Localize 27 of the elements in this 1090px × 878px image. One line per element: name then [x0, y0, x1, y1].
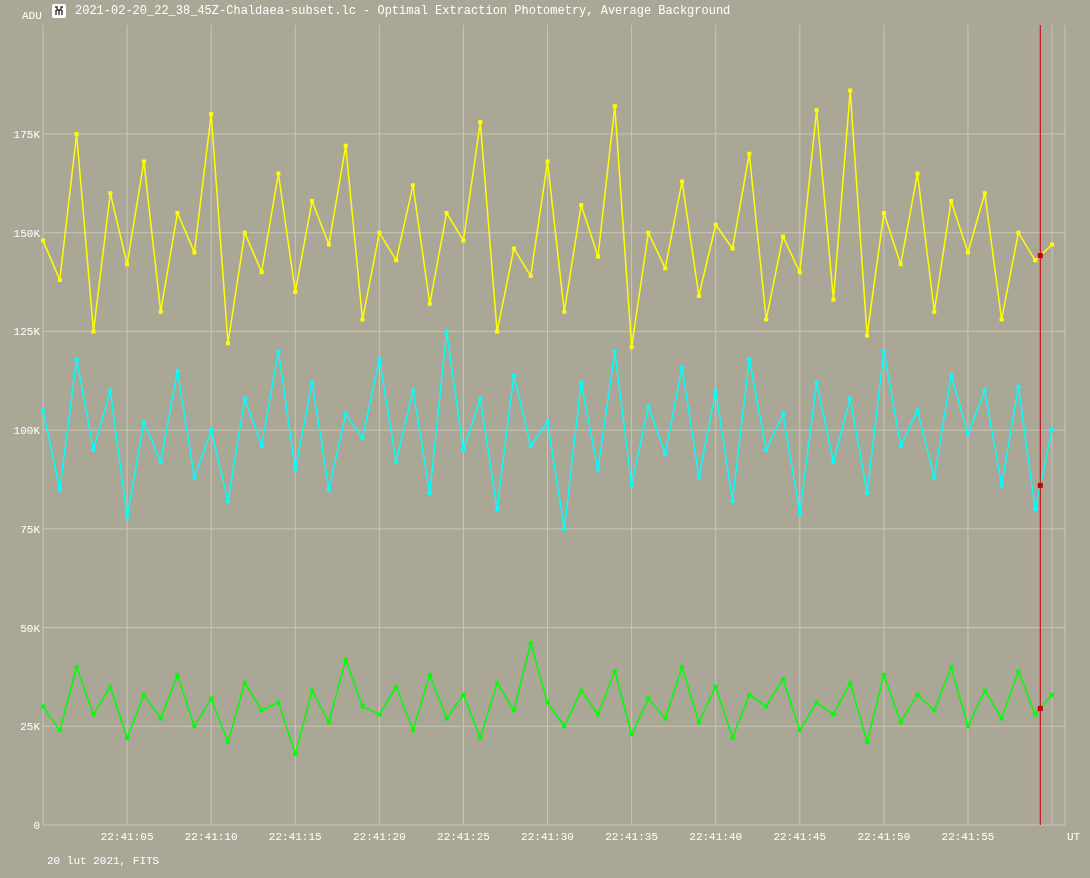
- cursor-marker: [1037, 706, 1043, 711]
- window-title: 2021-02-20_22_38_45Z-Chaldaea-subset.lc - Optimal Extraction Photometry, Average Background: [75, 4, 731, 18]
- x-tick-label: 22:41:55: [941, 831, 995, 843]
- cursor-marker: [1037, 253, 1043, 259]
- app-icon: [52, 4, 66, 18]
- x-tick-label: 22:41:15: [268, 831, 322, 843]
- x-tick-label: 22:41:50: [857, 831, 911, 843]
- y-tick-label: 100K: [13, 425, 40, 438]
- y-tick-label: 50K: [20, 622, 40, 635]
- x-tick-label: 22:41:20: [352, 831, 406, 843]
- x-tick-label: 22:41:25: [437, 831, 490, 843]
- y-tick-label: 0: [33, 820, 40, 832]
- y-tick-label: 125K: [13, 326, 40, 339]
- cursor-marker: [1037, 482, 1043, 488]
- y-tick-label: 25K: [20, 721, 40, 734]
- y-tick-label: 75K: [20, 523, 40, 536]
- y-tick-label: 175K: [13, 129, 40, 141]
- x-tick-label: 22:41:05: [100, 831, 154, 843]
- x-tick-label: 22:41:30: [521, 831, 574, 843]
- x-tick-label: 22:41:45: [773, 831, 827, 843]
- x-tick-label: 22:41:35: [605, 831, 658, 843]
- y-tick-label: 150K: [13, 227, 40, 240]
- y-axis-unit: ADU: [22, 10, 42, 22]
- x-tick-label: 22:41:10: [184, 831, 238, 843]
- x-tick-label: 22:41:40: [689, 831, 743, 843]
- x-axis-unit: UT: [1067, 831, 1081, 843]
- date-source-label: 20 lut 2021, FITS: [46, 855, 161, 867]
